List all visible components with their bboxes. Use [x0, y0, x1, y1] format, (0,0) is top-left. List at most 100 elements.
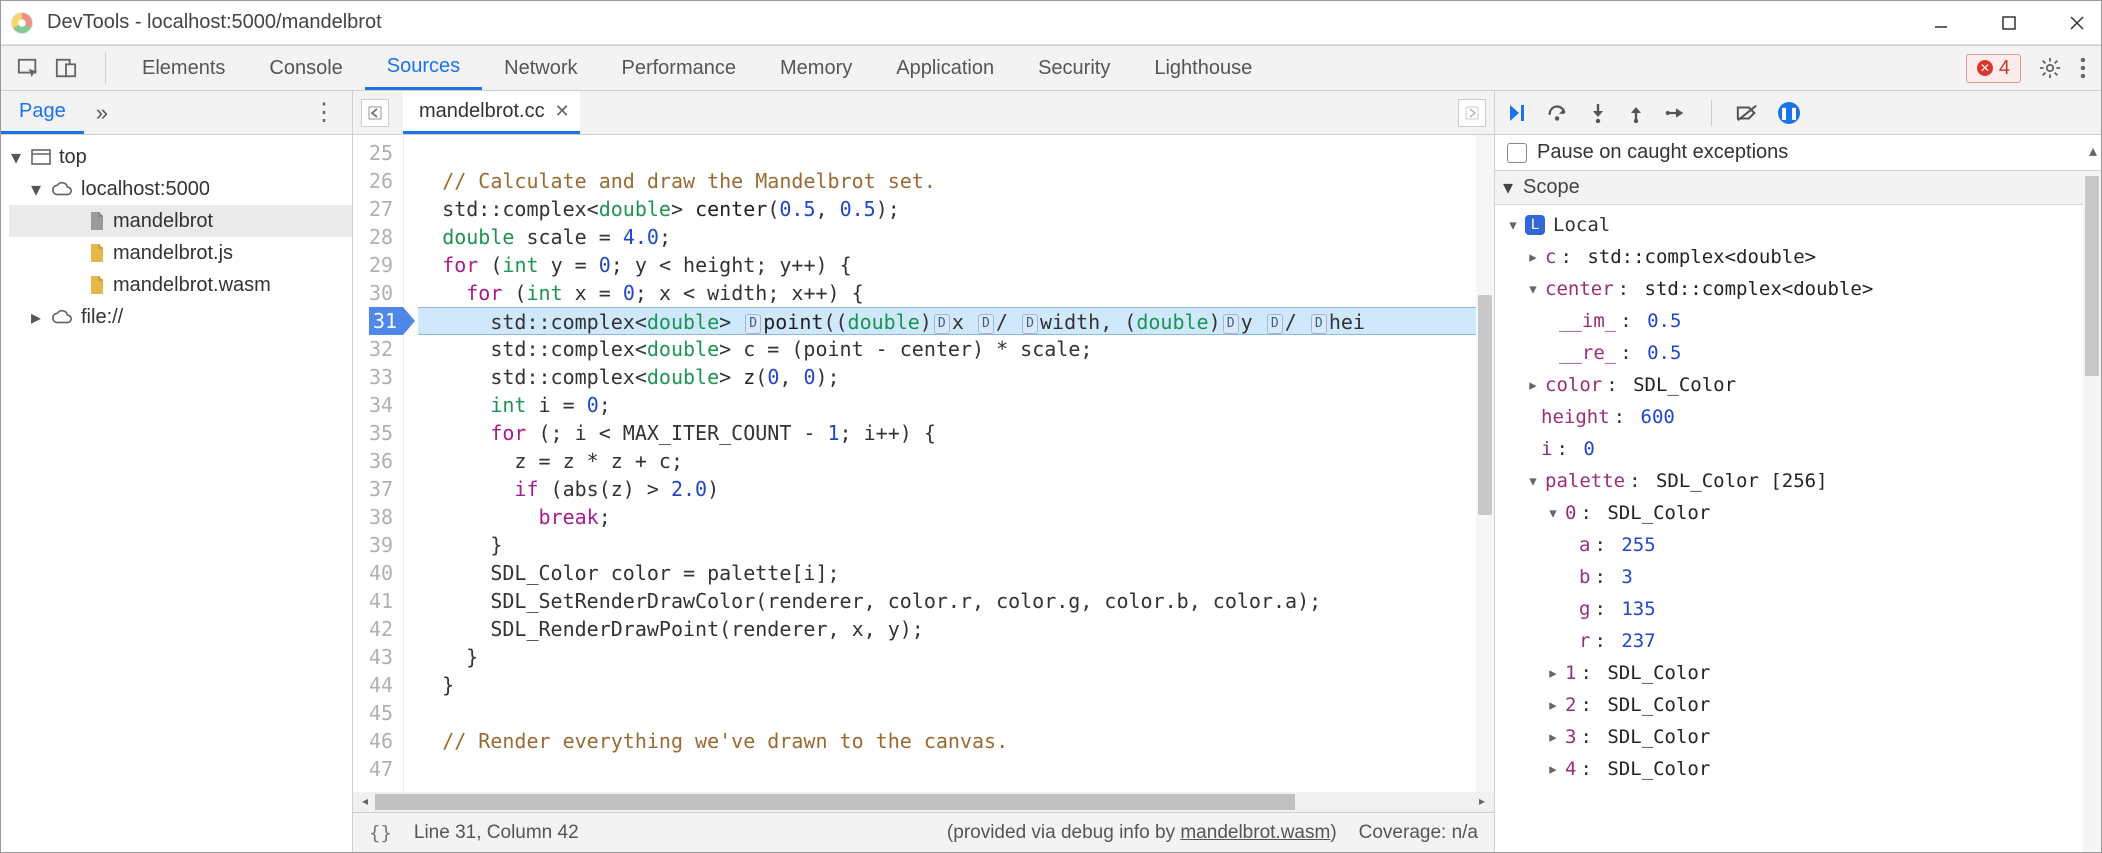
scope-var-center[interactable]: center: std::complex<double> — [1501, 273, 2101, 305]
chevron-down-icon[interactable] — [1545, 502, 1561, 524]
code-line[interactable]: SDL_SetRenderDrawColor(renderer, color.r… — [418, 587, 1494, 615]
line-number[interactable]: 46 — [369, 727, 393, 755]
scope-var-i[interactable]: i: 0 — [1501, 433, 2101, 465]
scope-var-palette-4[interactable]: 4: SDL_Color — [1501, 753, 2101, 785]
line-number[interactable]: 26 — [369, 167, 393, 195]
chevron-down-icon[interactable] — [29, 177, 43, 202]
navigator-kebab-icon[interactable]: ⋮ — [312, 98, 352, 127]
line-number[interactable]: 28 — [369, 223, 393, 251]
line-number[interactable]: 30 — [369, 279, 393, 307]
line-number[interactable]: 38 — [369, 503, 393, 531]
line-number[interactable]: 47 — [369, 755, 393, 783]
chevron-right-icon[interactable] — [1525, 374, 1541, 396]
tree-file[interactable]: mandelbrot — [9, 205, 352, 237]
line-number[interactable]: 45 — [369, 699, 393, 727]
debugger-vertical-scrollbar[interactable] — [2083, 176, 2101, 852]
chevron-right-icon[interactable] — [1545, 758, 1561, 780]
scope-var-color[interactable]: color: SDL_Color — [1501, 369, 2101, 401]
scroll-right-icon[interactable]: ▸ — [1474, 794, 1490, 810]
tree-frame-top[interactable]: top — [9, 141, 352, 173]
scope-local[interactable]: L Local — [1501, 209, 2101, 241]
maximize-button[interactable] — [1997, 11, 2021, 35]
step-button[interactable] — [1665, 103, 1687, 123]
code-line[interactable]: break; — [418, 503, 1494, 531]
tree-origin-file[interactable]: file:// — [9, 301, 352, 333]
scroll-left-icon[interactable]: ◂ — [357, 794, 373, 810]
paused-indicator-icon[interactable]: ❚❚ — [1778, 102, 1800, 124]
code-line[interactable] — [418, 699, 1494, 727]
scope-var-palette-0[interactable]: 0: SDL_Color — [1501, 497, 2101, 529]
scroll-up-icon[interactable]: ▴ — [2089, 141, 2097, 161]
line-number[interactable]: 43 — [369, 643, 393, 671]
scope-var-palette-0-r[interactable]: r: 237 — [1501, 625, 2101, 657]
devtools-tab-sources[interactable]: Sources — [365, 46, 482, 90]
editor-tab[interactable]: mandelbrot.cc ✕ — [403, 91, 580, 134]
scope-var-height[interactable]: height: 600 — [1501, 401, 2101, 433]
error-count-badge[interactable]: ✕ 4 — [1966, 54, 2021, 83]
devtools-tab-application[interactable]: Application — [874, 46, 1016, 90]
line-number[interactable]: 29 — [369, 251, 393, 279]
scope-var-palette-1[interactable]: 1: SDL_Color — [1501, 657, 2101, 689]
devtools-tab-lighthouse[interactable]: Lighthouse — [1132, 46, 1274, 90]
nav-back-button[interactable] — [361, 99, 389, 127]
minimize-button[interactable] — [1929, 11, 1953, 35]
code-content[interactable]: // Calculate and draw the Mandelbrot set… — [404, 135, 1494, 792]
chevron-right-icon[interactable] — [29, 305, 43, 330]
code-line[interactable]: for (; i < MAX_ITER_COUNT - 1; i++) { — [418, 419, 1494, 447]
code-line[interactable]: SDL_Color color = palette[i]; — [418, 559, 1494, 587]
code-line[interactable]: SDL_RenderDrawPoint(renderer, x, y); — [418, 615, 1494, 643]
scope-section-header[interactable]: ▾ Scope — [1495, 170, 2101, 205]
inspect-element-icon[interactable] — [17, 57, 39, 79]
line-number[interactable]: 31 — [369, 307, 403, 335]
scope-var-palette-0-g[interactable]: g: 135 — [1501, 593, 2101, 625]
line-number[interactable]: 36 — [369, 447, 393, 475]
checkbox[interactable] — [1507, 143, 1527, 163]
tab-close-icon[interactable]: ✕ — [555, 101, 570, 122]
resume-button[interactable] — [1507, 103, 1527, 123]
scope-var-c[interactable]: c: std::complex<double> — [1501, 241, 2101, 273]
tree-file[interactable]: mandelbrot.js — [9, 237, 352, 269]
code-line[interactable]: std::complex<double> Dpoint((double)Dx D… — [418, 307, 1494, 335]
scope-var-palette-0-a[interactable]: a: 255 — [1501, 529, 2101, 561]
close-button[interactable] — [2065, 11, 2089, 35]
scope-var-palette-2[interactable]: 2: SDL_Color — [1501, 689, 2101, 721]
navigator-more-tabs-icon[interactable]: » — [84, 100, 120, 126]
line-number[interactable]: 33 — [369, 363, 393, 391]
line-number[interactable]: 41 — [369, 587, 393, 615]
chevron-down-icon[interactable] — [1505, 214, 1521, 236]
code-line[interactable]: } — [418, 531, 1494, 559]
line-number[interactable]: 44 — [369, 671, 393, 699]
chevron-down-icon[interactable] — [1525, 470, 1541, 492]
devtools-tab-memory[interactable]: Memory — [758, 46, 874, 90]
pretty-print-icon[interactable]: {} — [369, 822, 392, 844]
devtools-tab-performance[interactable]: Performance — [600, 46, 759, 90]
line-number-gutter[interactable]: 2526272829303132333435363738394041424344… — [353, 135, 404, 792]
chevron-right-icon[interactable] — [1545, 726, 1561, 748]
scope-var-palette-0-b[interactable]: b: 3 — [1501, 561, 2101, 593]
tree-file[interactable]: mandelbrot.wasm — [9, 269, 352, 301]
step-out-button[interactable] — [1627, 103, 1645, 123]
kebab-menu-icon[interactable] — [2079, 57, 2087, 79]
chevron-right-icon[interactable] — [1525, 246, 1541, 268]
line-number[interactable]: 42 — [369, 615, 393, 643]
code-line[interactable]: for (int x = 0; x < width; x++) { — [418, 279, 1494, 307]
line-number[interactable]: 27 — [369, 195, 393, 223]
device-toolbar-icon[interactable] — [55, 57, 77, 79]
line-number[interactable]: 25 — [369, 139, 393, 167]
code-line[interactable]: } — [418, 671, 1494, 699]
code-line[interactable]: double scale = 4.0; — [418, 223, 1494, 251]
code-line[interactable]: for (int y = 0; y < height; y++) { — [418, 251, 1494, 279]
chevron-down-icon[interactable]: ▾ — [1503, 175, 1517, 200]
code-line[interactable] — [418, 139, 1494, 167]
code-line[interactable]: int i = 0; — [418, 391, 1494, 419]
scope-var-palette[interactable]: palette: SDL_Color [256] — [1501, 465, 2101, 497]
pause-on-exceptions-row[interactable]: Pause on caught exceptions — [1495, 135, 2101, 170]
settings-gear-icon[interactable] — [2039, 57, 2061, 79]
code-line[interactable]: z = z * z + c; — [418, 447, 1494, 475]
devtools-tab-security[interactable]: Security — [1016, 46, 1132, 90]
code-line[interactable]: // Render everything we've drawn to the … — [418, 727, 1494, 755]
nav-fwd-button[interactable] — [1458, 99, 1486, 127]
code-line[interactable]: } — [418, 643, 1494, 671]
line-number[interactable]: 40 — [369, 559, 393, 587]
devtools-tab-elements[interactable]: Elements — [120, 46, 247, 90]
